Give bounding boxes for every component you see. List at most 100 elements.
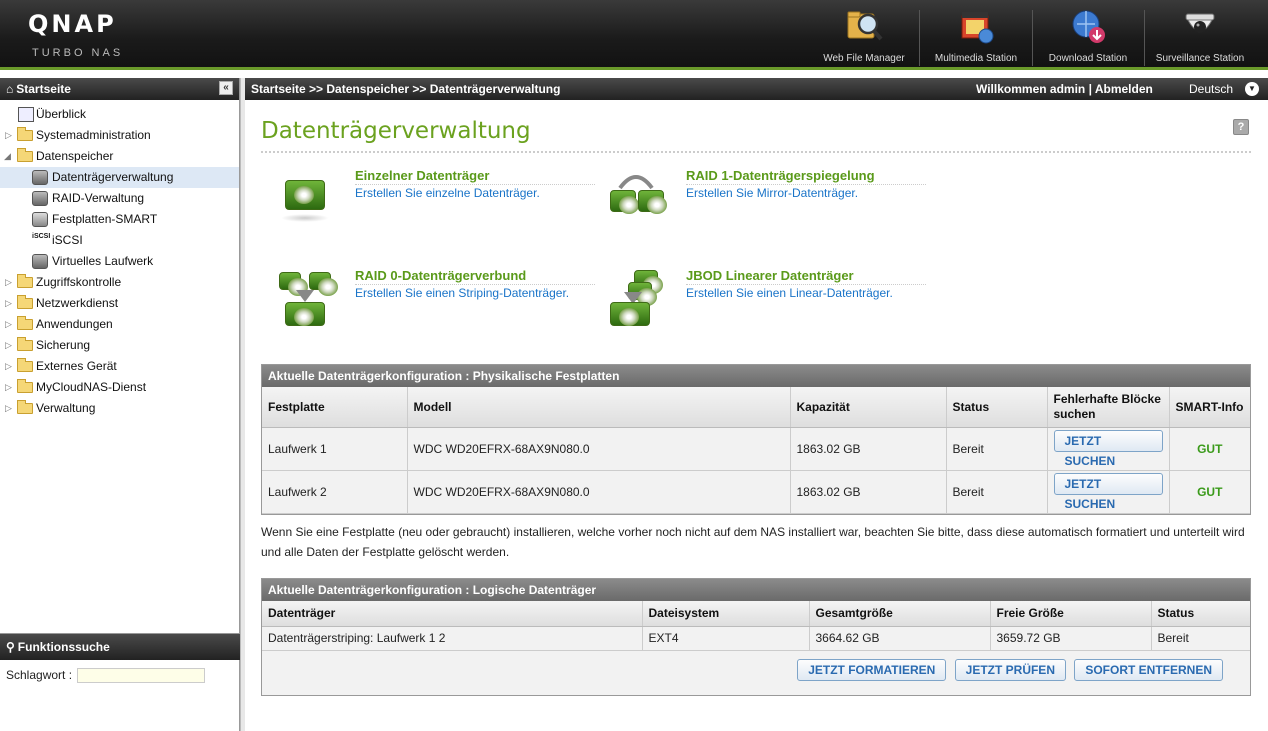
column-header: Gesamtgröße xyxy=(809,601,991,627)
option-raid1[interactable]: RAID 1-Datenträgerspiegelung Erstellen S… xyxy=(606,168,926,238)
header-divider xyxy=(0,67,1268,70)
chevron-down-icon[interactable]: ▼ xyxy=(1245,82,1259,96)
volume-management-icon xyxy=(32,170,48,185)
sidebar-item-verwaltung[interactable]: ▷ Verwaltung xyxy=(0,398,239,419)
sidebar-item-label: Anwendungen xyxy=(36,317,113,331)
smart-info-link[interactable]: GUT xyxy=(1169,427,1250,471)
smart-info-link[interactable]: GUT xyxy=(1169,470,1250,514)
sidebar-item-zugriffskontrolle[interactable]: ▷ Zugriffskontrolle xyxy=(0,272,239,293)
option-jbod[interactable]: JBOD Linearer Datenträger Erstellen Sie … xyxy=(606,268,926,338)
sidebar-item-iscsi[interactable]: iSCSI iSCSI xyxy=(0,230,239,251)
status-cell: Bereit xyxy=(946,470,1048,514)
scan-now-button[interactable]: JETZT SUCHEN xyxy=(1053,472,1163,511)
sidebar-item-label: Verwaltung xyxy=(36,401,96,415)
option-title[interactable]: Einzelner Datenträger xyxy=(355,168,489,183)
check-now-button[interactable]: JETZT PRÜFEN xyxy=(954,658,1066,681)
expand-icon[interactable]: ▷ xyxy=(5,377,12,398)
single-disk-icon xyxy=(275,168,335,230)
option-single-volume[interactable]: Einzelner Datenträger Erstellen Sie einz… xyxy=(275,168,595,238)
download-station-icon xyxy=(1072,10,1105,43)
option-raid0[interactable]: RAID 0-Datenträgerverbund Erstellen Sie … xyxy=(275,268,595,338)
column-header: Status xyxy=(1151,601,1250,627)
language-select[interactable]: Deutsch xyxy=(1189,78,1233,100)
option-title[interactable]: JBOD Linearer Datenträger xyxy=(686,268,854,283)
expand-icon[interactable]: ▷ xyxy=(5,272,12,293)
keyword-label: Schlagwort : xyxy=(6,668,73,682)
status-cell: Bereit xyxy=(1151,626,1250,651)
free-size-cell: 3659.72 GB xyxy=(990,626,1152,651)
main-content: Datenträgerverwaltung ? Einzelner Datent… xyxy=(245,100,1268,731)
sidebar-item-mycloudnas-dienst[interactable]: ▷ MyCloudNAS-Dienst xyxy=(0,377,239,398)
expand-icon[interactable]: ▷ xyxy=(5,125,12,146)
column-header: Fehlerhafte Blöcke suchen xyxy=(1047,387,1170,428)
option-subtitle[interactable]: Erstellen Sie einen Linear-Datenträger. xyxy=(686,286,893,300)
sidebar-item-datenspeicher[interactable]: ◢ Datenspeicher xyxy=(0,146,239,167)
option-title[interactable]: RAID 0-Datenträgerverbund xyxy=(355,268,526,283)
sidebar-item-label: Sicherung xyxy=(36,338,91,352)
app-label: Multimedia Station xyxy=(934,53,1018,64)
table-header-row: Datenträger Dateisystem Gesamtgröße Frei… xyxy=(262,601,1250,627)
logical-volumes-table: Datenträger Dateisystem Gesamtgröße Frei… xyxy=(262,601,1250,651)
column-header: Status xyxy=(946,387,1048,428)
app-surveillance-station[interactable]: Surveillance Station xyxy=(1144,6,1256,66)
disk-cell: Laufwerk 1 xyxy=(262,427,408,471)
raid-management-icon xyxy=(32,191,48,206)
sidebar-title: Startseite xyxy=(16,82,71,96)
folder-icon xyxy=(17,127,33,141)
expand-icon[interactable]: ▷ xyxy=(5,335,12,356)
function-search-panel: ⚲ Funktionssuche Schlagwort : xyxy=(0,633,240,731)
remove-now-button[interactable]: SOFORT ENTFERNEN xyxy=(1074,658,1223,681)
app-label: Download Station xyxy=(1048,53,1128,64)
table-header-row: Festplatte Modell Kapazität Status Fehle… xyxy=(262,387,1250,428)
sidebar-item-raid-verwaltung[interactable]: RAID-Verwaltung xyxy=(0,188,239,209)
sidebar-item-virtuelles-laufwerk[interactable]: Virtuelles Laufwerk xyxy=(0,251,239,272)
format-now-button[interactable]: JETZT FORMATIEREN xyxy=(797,658,947,681)
sidebar-item-label: Systemadministration xyxy=(36,128,151,142)
expand-icon[interactable]: ▷ xyxy=(5,398,12,419)
expand-icon[interactable]: ▷ xyxy=(5,314,12,335)
volume-cell: Datenträgerstriping: Laufwerk 1 2 xyxy=(262,626,643,651)
welcome-logout[interactable]: Willkommen admin | Abmelden xyxy=(976,78,1153,100)
logical-volumes-panel: Aktuelle Datenträgerkonfiguration : Logi… xyxy=(261,578,1251,696)
option-subtitle[interactable]: Erstellen Sie einen Striping-Datenträger… xyxy=(355,286,569,300)
app-web-file-manager[interactable]: Web File Manager xyxy=(808,6,920,66)
scan-now-button[interactable]: JETZT SUCHEN xyxy=(1053,429,1163,468)
expand-icon[interactable]: ▷ xyxy=(5,356,12,377)
sidebar-item-label: iSCSI xyxy=(52,233,83,247)
help-icon[interactable]: ? xyxy=(1233,119,1249,135)
collapse-icon[interactable]: ◢ xyxy=(4,146,11,167)
bad-blocks-cell: JETZT SUCHEN xyxy=(1047,427,1170,471)
keyword-input[interactable] xyxy=(77,668,206,684)
sidebar-item-systemadministration[interactable]: ▷ Systemadministration xyxy=(0,125,239,146)
app-download-station[interactable]: Download Station xyxy=(1032,6,1144,66)
sidebar-item-label: Zugriffskontrolle xyxy=(36,275,122,289)
sidebar-item-anwendungen[interactable]: ▷ Anwendungen xyxy=(0,314,239,335)
collapse-sidebar-icon[interactable]: « xyxy=(219,81,233,95)
app-multimedia-station[interactable]: Multimedia Station xyxy=(920,6,1032,66)
sidebar-item-ueberblick[interactable]: Überblick xyxy=(0,104,239,125)
folder-icon xyxy=(17,295,33,309)
top-header: QNAP Turbo NAS Web File Manager Multimed… xyxy=(0,0,1268,70)
status-cell: Bereit xyxy=(946,427,1048,471)
sidebar-item-sicherung[interactable]: ▷ Sicherung xyxy=(0,335,239,356)
sidebar-item-label: Überblick xyxy=(36,107,87,121)
page-title: Datenträgerverwaltung xyxy=(261,118,531,144)
model-cell: WDC WD20EFRX-68AX9N080.0 xyxy=(407,427,791,471)
sidebar-item-festplatten-smart[interactable]: Festplatten-SMART xyxy=(0,209,239,230)
app-label: Surveillance Station xyxy=(1155,53,1245,64)
sidebar-item-datentraegerverwaltung[interactable]: Datenträgerverwaltung xyxy=(0,167,239,188)
column-header: Datenträger xyxy=(262,601,643,627)
table-row: Laufwerk 2 WDC WD20EFRX-68AX9N080.0 1863… xyxy=(262,470,1250,514)
sidebar-item-externes-geraet[interactable]: ▷ Externes Gerät xyxy=(0,356,239,377)
option-subtitle[interactable]: Erstellen Sie Mirror-Datenträger. xyxy=(686,186,858,200)
app-label: Web File Manager xyxy=(823,53,905,64)
surveillance-station-icon xyxy=(1185,13,1215,33)
column-header: Freie Größe xyxy=(990,601,1152,627)
breadcrumb[interactable]: Startseite >> Datenspeicher >> Datenträg… xyxy=(251,78,560,100)
expand-icon[interactable]: ▷ xyxy=(5,293,12,314)
sidebar-item-netzwerkdienst[interactable]: ▷ Netzwerkdienst xyxy=(0,293,239,314)
column-header: Dateisystem xyxy=(642,601,810,627)
option-title[interactable]: RAID 1-Datenträgerspiegelung xyxy=(686,168,875,183)
table-row[interactable]: Datenträgerstriping: Laufwerk 1 2 EXT4 3… xyxy=(262,626,1250,651)
option-subtitle[interactable]: Erstellen Sie einzelne Datenträger. xyxy=(355,186,540,200)
